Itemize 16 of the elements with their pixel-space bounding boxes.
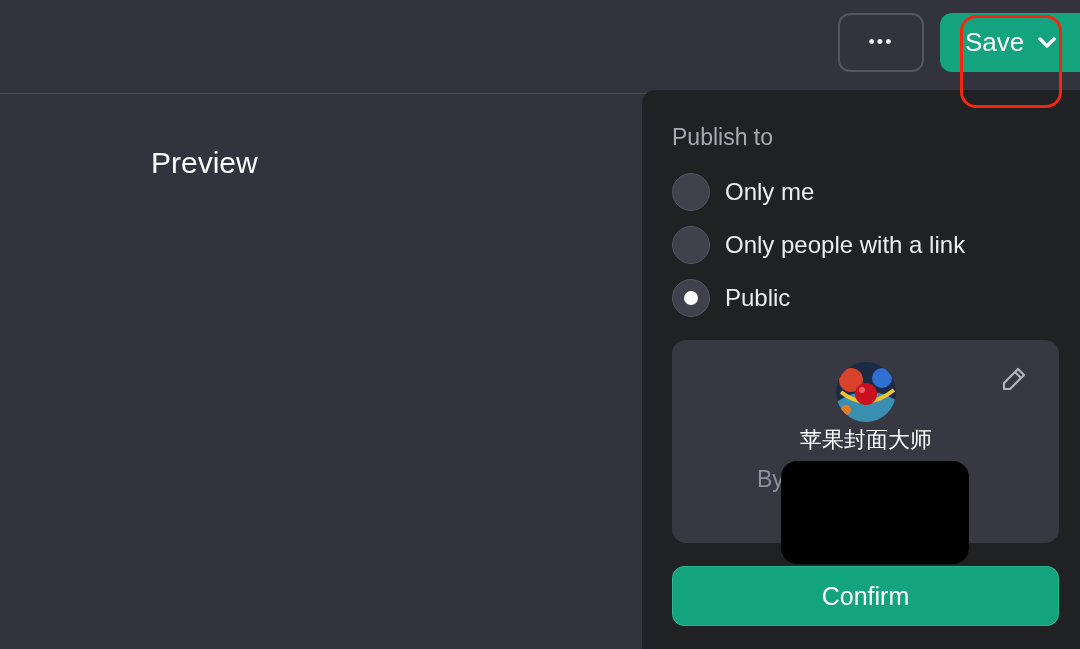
radio-option[interactable]: Only me <box>672 165 1059 218</box>
radio-option[interactable]: Only people with a link <box>672 218 1059 271</box>
menu-heading: Publish to <box>672 124 774 151</box>
caret-icon <box>1038 36 1057 49</box>
radio-button[interactable] <box>672 278 710 317</box>
option-label: Public <box>725 283 791 312</box>
gpt-name: 苹果封面大师 <box>799 428 932 453</box>
pencil-icon[interactable] <box>1001 366 1027 392</box>
preview-title: Preview <box>151 146 258 179</box>
option-label: Only me <box>725 177 815 206</box>
option-label: Only people with a link <box>725 230 966 259</box>
more-button[interactable]: ••• <box>838 13 924 72</box>
radio-option[interactable]: Public <box>672 271 1059 324</box>
radio-button[interactable] <box>672 225 710 264</box>
radio-button[interactable] <box>672 172 710 211</box>
author-byline: By <box>757 466 784 494</box>
